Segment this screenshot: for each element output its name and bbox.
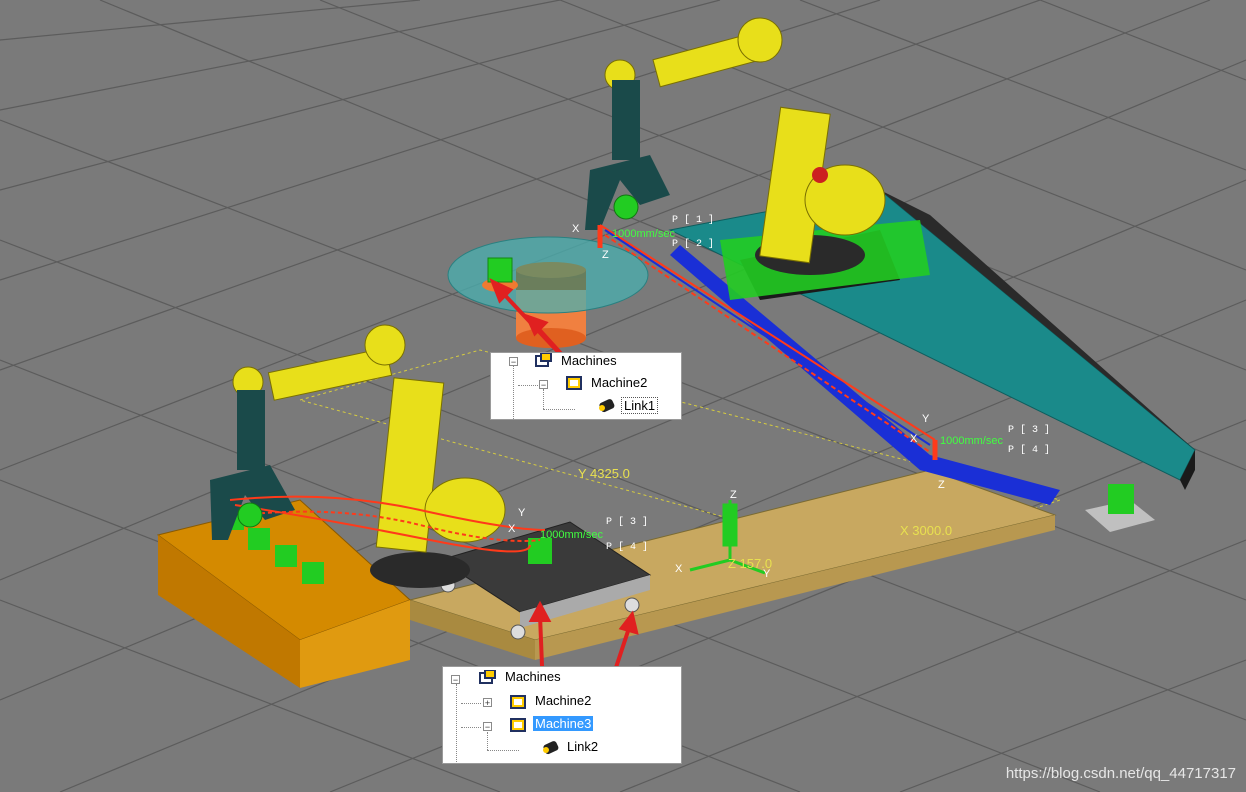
point-p3b-label: P [ 3 ]: [606, 516, 648, 528]
point-p4-label: P [ 4 ]: [1008, 444, 1050, 456]
machines-icon: [535, 353, 552, 367]
tree-root-machines[interactable]: Machines: [503, 669, 563, 684]
x-readout: X 3000.0: [900, 523, 952, 538]
tcp-sphere-right: [613, 194, 639, 220]
collapse-icon[interactable]: −: [483, 722, 492, 732]
link-icon: [599, 399, 615, 413]
rotary-table[interactable]: [447, 236, 649, 348]
machine-icon: [566, 376, 582, 390]
axis-z-far: Z: [938, 479, 945, 491]
axis-y-gizmo: Y: [763, 568, 771, 580]
output-station[interactable]: [1085, 484, 1155, 532]
y-readout: Y 4325.0: [578, 466, 630, 481]
axis-x-left: X: [508, 523, 516, 535]
point-p1-label: P [ 1 ]: [672, 214, 714, 226]
collapse-icon[interactable]: −: [451, 675, 460, 685]
axis-x-right: X: [572, 223, 580, 235]
axis-y-left: Y: [518, 507, 526, 519]
speed-label-far: 1000mm/sec: [940, 435, 1003, 447]
speed-label-left: 1000mm/sec: [540, 529, 603, 541]
axis-z-gizmo: Z: [730, 489, 737, 501]
link-icon: [543, 741, 559, 755]
axis-x-far: X: [910, 433, 918, 445]
point-p3-label: P [ 3 ]: [1008, 424, 1050, 436]
machine-icon: [510, 695, 526, 709]
axis-y-far: Y: [922, 413, 930, 425]
axis-x-gizmo: X: [675, 563, 683, 575]
tree-item-machine2[interactable]: Machine2: [589, 375, 649, 390]
tree-item-machine2[interactable]: Machine2: [533, 693, 593, 708]
machines-icon: [479, 670, 496, 684]
tree-panel-machine3[interactable]: − Machines + Machine2 − Machine3 Link2: [442, 666, 682, 764]
point-p2-label: P [ 2 ]: [672, 238, 714, 250]
tree-item-link2[interactable]: Link2: [565, 739, 600, 754]
machine-icon: [510, 718, 526, 732]
tree-root-machines[interactable]: Machines: [559, 353, 619, 368]
expand-icon[interactable]: +: [483, 698, 492, 708]
point-p4b-label: P [ 4 ]: [606, 541, 648, 553]
collapse-icon[interactable]: −: [539, 380, 548, 390]
tree-item-machine3[interactable]: Machine3: [533, 716, 594, 731]
speed-label-right: 1000mm/sec: [612, 228, 675, 240]
watermark: https://blog.csdn.net/qq_44717317: [1005, 765, 1236, 782]
axis-z-right: Z: [602, 249, 609, 261]
tree-item-link1[interactable]: Link1: [621, 397, 659, 414]
tree-panel-machine2[interactable]: − Machines − Machine2 Link1: [490, 352, 682, 420]
tcp-sphere-left: [237, 502, 263, 528]
collapse-icon[interactable]: −: [509, 357, 518, 367]
